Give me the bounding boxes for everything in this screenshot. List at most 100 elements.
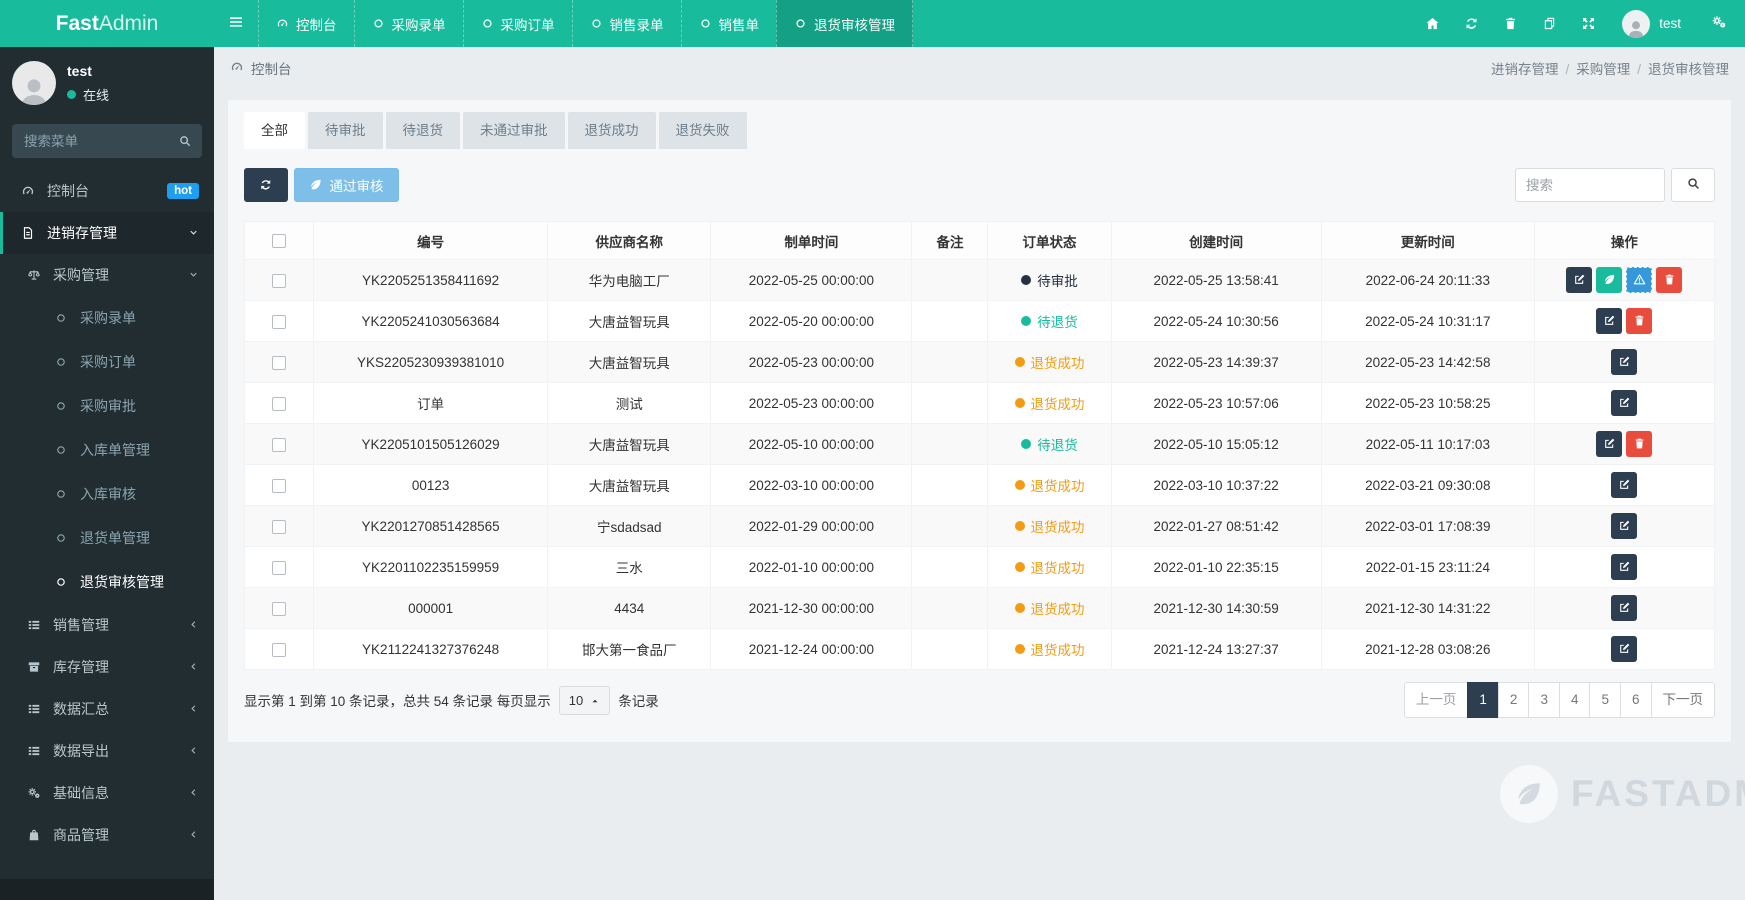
sidebar-item-基础信息[interactable]: 基础信息 [0, 772, 214, 814]
sidebar-item-退货单管理[interactable]: 退货单管理 [0, 516, 214, 560]
updated-cell: 2022-03-21 09:30:08 [1320, 464, 1535, 506]
sidebar-item-采购订单[interactable]: 采购订单 [0, 340, 214, 384]
refresh-button[interactable] [244, 168, 288, 202]
row-checkbox[interactable] [272, 437, 287, 452]
breadcrumb-item[interactable]: 采购管理 [1576, 62, 1630, 77]
pagination-page[interactable]: 5 [1589, 682, 1621, 718]
edit-button[interactable] [1611, 636, 1638, 662]
breadcrumb[interactable]: 控制台 [251, 58, 292, 78]
remark-cell [911, 464, 989, 506]
delete-button[interactable] [1656, 267, 1683, 293]
topnav-tab[interactable]: 销售单 [680, 0, 777, 47]
sidebar-item-入库审核[interactable]: 入库审核 [0, 472, 214, 516]
sidebar-item-采购录单[interactable]: 采购录单 [0, 296, 214, 340]
sidebar-item-进销存管理[interactable]: 进销存管理 [0, 212, 214, 254]
edit-button[interactable] [1611, 349, 1638, 375]
refresh-icon[interactable] [1452, 16, 1491, 31]
sidebar-item-数据导出[interactable]: 数据导出 [0, 730, 214, 772]
column-header[interactable]: 创建时间 [1110, 221, 1322, 260]
pagination-page[interactable]: 2 [1497, 682, 1530, 718]
sidebar-item-库存管理[interactable]: 库存管理 [0, 646, 214, 688]
search-button[interactable] [1671, 168, 1715, 202]
row-checkbox[interactable] [272, 355, 287, 370]
filter-tab-退货失败[interactable]: 退货失败 [658, 112, 747, 149]
breadcrumb-item[interactable]: 进销存管理 [1491, 62, 1559, 77]
table-search-input[interactable] [1515, 168, 1665, 202]
trash-icon[interactable] [1491, 16, 1530, 31]
row-checkbox[interactable] [272, 519, 287, 534]
home-icon[interactable] [1413, 16, 1452, 31]
breadcrumb-bar: 控制台 进销存管理 / 采购管理 / 退货审核管理 [214, 47, 1745, 88]
edit-button[interactable] [1611, 595, 1638, 621]
cogs-icon[interactable] [1711, 14, 1727, 33]
column-header[interactable]: 备注 [911, 221, 989, 260]
edit-button[interactable] [1611, 472, 1638, 498]
edit-button[interactable] [1596, 308, 1623, 334]
delete-button[interactable] [1626, 431, 1653, 457]
expand-icon[interactable] [1569, 16, 1608, 31]
filter-tab-待退货[interactable]: 待退货 [385, 112, 460, 149]
column-header[interactable]: 更新时间 [1320, 221, 1535, 260]
topnav-tab[interactable]: 控制台 [258, 0, 354, 47]
table-row: 000001 4434 2021-12-30 00:00:00 退货成功 2021-12… [243, 587, 1716, 629]
sidebar-item-采购审批[interactable]: 采购审批 [0, 384, 214, 428]
watermark-text: FASTADMIN [1571, 773, 1745, 814]
pagination-page[interactable]: 3 [1528, 682, 1560, 718]
sidebar-item-退货审核管理[interactable]: 退货审核管理 [0, 560, 214, 604]
created-cell: 2022-05-23 10:57:06 [1110, 382, 1322, 424]
sidebar-item-数据汇总[interactable]: 数据汇总 [0, 688, 214, 730]
row-checkbox[interactable] [272, 314, 287, 329]
user-avatar[interactable] [1622, 9, 1651, 38]
sidebar-item-控制台[interactable]: 控制台 hot [0, 170, 214, 212]
edit-button[interactable] [1566, 267, 1593, 293]
sidebar-toggle-button[interactable] [214, 0, 258, 47]
column-header[interactable]: 订单状态 [987, 221, 1112, 260]
row-checkbox[interactable] [272, 396, 287, 411]
pagination-page[interactable]: 1 [1467, 682, 1499, 718]
sidebar-item-销售管理[interactable]: 销售管理 [0, 604, 214, 646]
column-header[interactable]: 操作 [1533, 221, 1716, 260]
sidebar-item-入库单管理[interactable]: 入库单管理 [0, 428, 214, 472]
filter-tab-退货成功[interactable]: 退货成功 [567, 112, 656, 149]
column-header[interactable]: 编号 [313, 221, 549, 260]
updated-cell: 2022-01-15 23:11:24 [1320, 546, 1535, 588]
select-all-checkbox[interactable] [272, 234, 287, 249]
filter-tab-未通过审批[interactable]: 未通过审批 [463, 112, 565, 149]
edit-button[interactable] [1611, 554, 1638, 580]
column-header[interactable]: 制单时间 [710, 221, 913, 260]
filter-tab-待审批[interactable]: 待审批 [308, 112, 383, 149]
row-checkbox[interactable] [272, 601, 287, 616]
menu-search-input[interactable] [12, 124, 202, 158]
warning-button[interactable] [1626, 267, 1653, 293]
delete-button[interactable] [1626, 308, 1653, 334]
pagination-prev[interactable]: 上一页 [1403, 682, 1469, 718]
pagination-page[interactable]: 6 [1619, 682, 1652, 718]
topnav-tab[interactable]: 销售录单 [571, 0, 681, 47]
approve-review-button[interactable]: 通过审核 [294, 168, 399, 202]
row-checkbox[interactable] [272, 560, 287, 575]
sidebar-item-采购管理[interactable]: 采购管理 [0, 254, 214, 296]
topnav-tab[interactable]: 采购订单 [462, 0, 572, 47]
topnav-tab[interactable]: 退货审核管理 [776, 0, 913, 47]
pagination-next[interactable]: 下一页 [1650, 682, 1715, 718]
edit-button[interactable] [1596, 431, 1623, 457]
pagination-page[interactable]: 4 [1558, 682, 1591, 718]
filter-tab-全部[interactable]: 全部 [244, 112, 305, 149]
column-header[interactable]: 供应商名称 [547, 221, 712, 260]
sidebar-item-商品管理[interactable]: 商品管理 [0, 814, 214, 856]
edit-button[interactable] [1611, 513, 1638, 539]
supplier-cell: 大唐益智玩具 [547, 341, 712, 383]
row-checkbox[interactable] [272, 273, 287, 288]
row-checkbox[interactable] [272, 478, 287, 493]
files-icon[interactable] [1530, 16, 1569, 31]
topnav-tab[interactable]: 采购录单 [353, 0, 463, 47]
topbar-username[interactable]: test [1659, 16, 1681, 31]
edit-button[interactable] [1611, 390, 1638, 416]
approve-button[interactable] [1596, 267, 1623, 293]
app-logo[interactable]: Fast Admin [0, 0, 214, 47]
breadcrumb-item[interactable]: 退货审核管理 [1648, 62, 1729, 77]
avatar[interactable] [12, 61, 56, 105]
circle-o-icon [372, 16, 385, 31]
row-checkbox[interactable] [272, 642, 287, 657]
per-page-select[interactable]: 10 [558, 685, 611, 715]
